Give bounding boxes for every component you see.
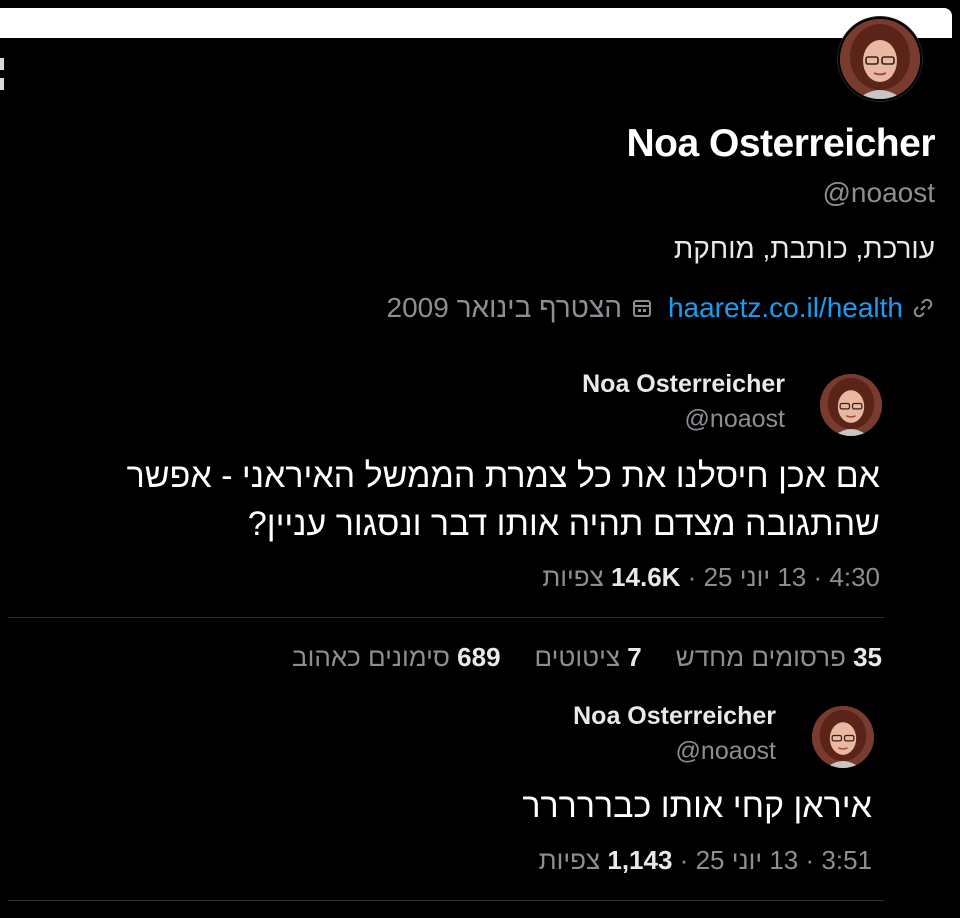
likes-stat[interactable]: 689 סימונים כאהוב [292, 642, 501, 673]
scroll-marks [0, 58, 4, 108]
tweet-author-handle[interactable]: @noaost [685, 405, 785, 434]
meta-separator: · [679, 845, 689, 875]
tweet-text-line: שהתגובה מצדם תהיה אותו דבר ונסגור עניין? [247, 505, 880, 543]
engagement-stats: 35 פרסומים מחדש 7 ציטוטים 689 סימונים כא… [292, 642, 882, 673]
divider [8, 900, 884, 901]
tweet-views-label: צפיות [538, 845, 601, 875]
likes-label: סימונים כאהוב [292, 642, 450, 672]
joined-text: הצטרף בינואר 2009 [386, 292, 622, 323]
avatar-image [840, 19, 920, 99]
tweet-views-count: 1,143 [607, 845, 673, 875]
calendar-icon [630, 296, 654, 320]
tweet-avatar[interactable] [820, 374, 882, 436]
browser-top-bar [0, 8, 952, 38]
tweet-text-line: איראן קחי אותו כבררררר [522, 787, 872, 825]
tweet-meta: 3:51 · 13 יוני 25 · 1,143 צפיות [539, 845, 872, 876]
reposts-stat[interactable]: 35 פרסומים מחדש [676, 642, 882, 673]
profile-link[interactable]: haaretz.co.il/health [668, 292, 935, 324]
profile-name: Noa Osterreicher [626, 122, 936, 165]
avatar-image [812, 706, 874, 768]
profile-avatar[interactable] [838, 17, 922, 101]
quotes-label: ציטוטים [534, 642, 621, 672]
meta-separator: · [805, 845, 815, 875]
tweet-author-name[interactable]: Noa Osterreicher [573, 702, 776, 731]
tweet-author-name[interactable]: Noa Osterreicher [582, 370, 785, 399]
link-icon [911, 296, 935, 320]
reposts-count: 35 [853, 642, 882, 672]
divider [8, 617, 884, 618]
profile-meta-row: הצטרף בינואר 2009 haaretz.co.il/health [387, 288, 935, 328]
quotes-count: 7 [627, 642, 642, 672]
reposts-label: פרסומים מחדש [675, 642, 846, 672]
tweet-time[interactable]: 4:30 [829, 562, 880, 592]
tweet-date[interactable]: 13 יוני 25 [704, 562, 807, 592]
tweet-views-count: 14.6K [611, 562, 681, 592]
tweet-author-handle[interactable]: @noaost [676, 737, 776, 766]
tweet-avatar[interactable] [812, 706, 874, 768]
joined-date: הצטרף בינואר 2009 [387, 292, 654, 324]
meta-separator: · [687, 562, 697, 592]
tweet-text-line: אם אכן חיסלנו את כל צמרת הממשל האיראני -… [126, 457, 880, 495]
profile-handle: @noaost [822, 177, 936, 208]
tweet-date[interactable]: 13 יוני 25 [696, 845, 799, 875]
profile-link-text[interactable]: haaretz.co.il/health [668, 292, 903, 324]
tweet-time[interactable]: 3:51 [821, 845, 872, 875]
quotes-stat[interactable]: 7 ציטוטים [535, 642, 642, 673]
meta-separator: · [813, 562, 823, 592]
avatar-image [820, 374, 882, 436]
tweet-meta: 4:30 · 13 יוני 25 · 14.6K צפיות [542, 562, 880, 593]
tweet-views-label: צפיות [542, 562, 604, 592]
likes-count: 689 [457, 642, 501, 672]
profile-bio: עורכת, כותבת, מוחקת [673, 233, 935, 264]
